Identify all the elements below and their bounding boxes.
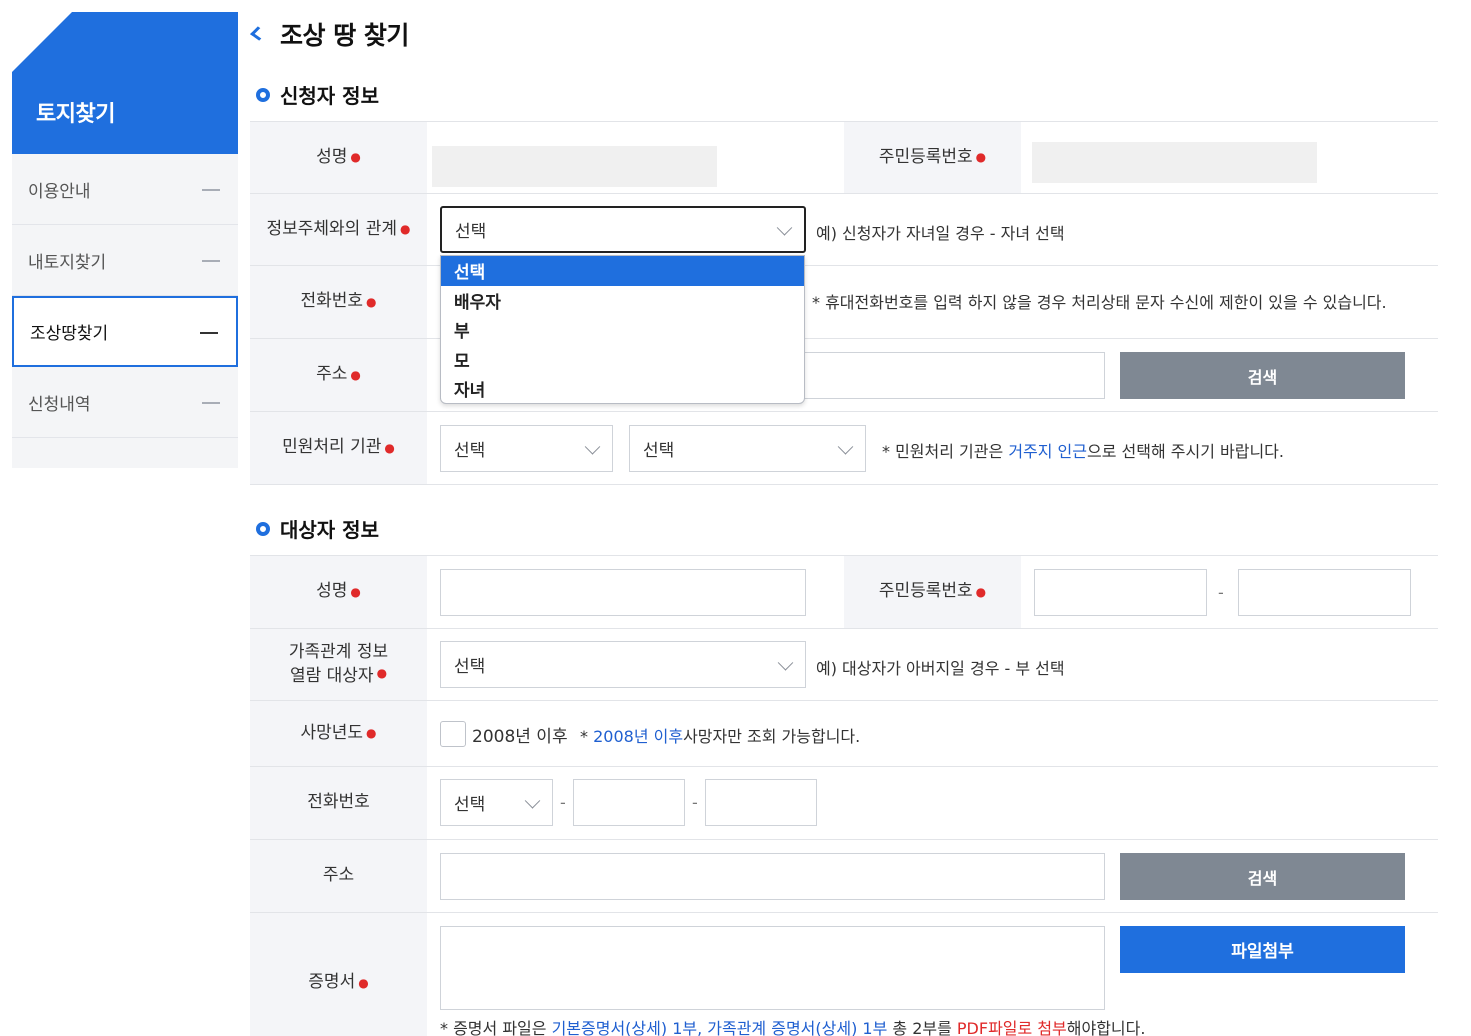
applicant-form: 성명 ● 주민등록번호 ● 정보주체와의 관계 ● 선택 예) 신청자가 자녀일 경우…: [250, 121, 1438, 485]
relation-option[interactable]: 자녀: [441, 374, 804, 404]
office-select-region[interactable]: 선택: [440, 425, 613, 472]
sidebar-header: 토지찾기: [12, 12, 238, 154]
applicant-name-field[interactable]: [432, 146, 717, 187]
target-section-title: 대상자 정보: [256, 514, 379, 543]
certificate-file-list[interactable]: [440, 926, 1105, 1010]
applicant-address-search-button[interactable]: 검색: [1120, 352, 1405, 399]
target-address-input[interactable]: [440, 853, 1105, 900]
target-address-row: 주소 검색: [250, 840, 1438, 913]
death-after-2008-checkbox[interactable]: [440, 721, 466, 747]
applicant-address-row: 주소 ● 검색: [250, 339, 1438, 412]
phone-note: * 휴대전화번호를 입력 하지 않을 경우 처리상태 문자 수신에 제한이 있을…: [812, 293, 1387, 312]
relation-option[interactable]: 선택: [441, 256, 804, 286]
required-icon: ●: [400, 222, 411, 237]
chevron-down-icon: [584, 438, 601, 455]
sidebar: 토지찾기 이용안내 내토지찾기 조상땅찾기 신청내역: [12, 12, 238, 468]
office-select-agency[interactable]: 선택: [629, 425, 866, 472]
relation-option[interactable]: 모: [441, 345, 804, 375]
sidebar-item-label: 조상땅찾기: [30, 324, 109, 344]
target-phone-prefix-select[interactable]: 선택: [440, 779, 553, 826]
attach-file-button[interactable]: 파일첨부: [1120, 926, 1405, 973]
page-title-wrap: 조상 땅 찾기: [250, 16, 409, 52]
required-icon: ●: [350, 584, 361, 599]
sidebar-item-label: 이용안내: [28, 181, 91, 202]
death-note: * 2008년 이후사망자만 조회 가능합니다.: [580, 727, 861, 746]
circle-bullet-icon: [256, 87, 270, 102]
chevron-down-icon: [777, 654, 794, 671]
required-icon: ●: [376, 665, 388, 680]
applicant-phone-row: 전화번호 ● * 휴대전화번호를 입력 하지 않을 경우 처리상태 문자 수신에 …: [250, 266, 1438, 339]
sidebar-item-ancestor-land[interactable]: 조상땅찾기: [12, 296, 238, 367]
circle-bullet-icon: [256, 521, 270, 536]
relation-option[interactable]: 부: [441, 315, 804, 345]
required-icon: ●: [366, 726, 377, 741]
relation-select[interactable]: 선택: [440, 206, 806, 253]
chevron-down-icon: [776, 219, 793, 236]
target-phone-row: 전화번호 선택 - -: [250, 767, 1438, 840]
sidebar-item-my-land[interactable]: 내토지찾기: [12, 225, 238, 296]
target-name-row: 성명 ● 주민등록번호 ● -: [250, 556, 1438, 629]
applicant-office-row: 민원처리 기관 ● 선택 선택 * 민원처리 기관은 거주지 인근으로 선택해 주…: [250, 412, 1438, 485]
target-form: 성명 ● 주민등록번호 ● - 가족관계 정보 열람 대상자 ● 선택 예) 대상자가…: [250, 555, 1438, 1036]
sidebar-item-history[interactable]: 신청내역: [12, 367, 238, 438]
target-rrn-back-input[interactable]: [1238, 569, 1411, 616]
applicant-name-row: 성명 ● 주민등록번호 ●: [250, 122, 1438, 194]
applicant-rrn-field[interactable]: [1032, 142, 1317, 183]
relation-note: 예) 신청자가 자녀일 경우 - 자녀 선택: [816, 224, 1065, 243]
applicant-relation-row: 정보주체와의 관계 ● 선택 예) 신청자가 자녀일 경우 - 자녀 선택: [250, 194, 1438, 266]
sidebar-item-label: 내토지찾기: [28, 252, 107, 273]
family-relation-select[interactable]: 선택: [440, 641, 806, 688]
target-death-row: 사망년도 ● 2008년 이후 * 2008년 이후사망자만 조회 가능합니다.: [250, 701, 1438, 767]
relation-dropdown-menu: 선택 배우자 부 모 자녀: [440, 255, 805, 404]
target-rrn-front-input[interactable]: [1034, 569, 1207, 616]
required-icon: ●: [975, 150, 987, 165]
required-icon: ●: [350, 367, 361, 382]
applicant-section-title: 신청자 정보: [256, 80, 379, 109]
relation-option[interactable]: 배우자: [441, 286, 804, 316]
target-address-search-button[interactable]: 검색: [1120, 853, 1405, 900]
office-note: * 민원처리 기관은 거주지 인근으로 선택해 주시기 바랍니다.: [882, 442, 1284, 461]
sidebar-item-guide[interactable]: 이용안내: [12, 154, 238, 225]
title-mark-icon: [250, 25, 266, 43]
required-icon: ●: [384, 440, 395, 455]
target-cert-row: 증명서 ● 파일첨부 * 증명서 파일은 기본증명서(상세) 1부, 가족관계 증…: [250, 913, 1438, 1036]
target-family-row: 가족관계 정보 열람 대상자 ● 선택 예) 대상자가 아버지일 경우 - 부 선…: [250, 629, 1438, 701]
page-title: 조상 땅 찾기: [280, 21, 409, 50]
death-checkbox-label: 2008년 이후: [472, 727, 568, 747]
chevron-down-icon: [837, 438, 854, 455]
required-icon: ●: [358, 975, 369, 990]
required-icon: ●: [366, 294, 377, 309]
sidebar-title: 토지찾기: [36, 102, 115, 127]
minus-icon: [202, 189, 220, 191]
required-icon: ●: [350, 150, 361, 165]
target-phone-last-input[interactable]: [705, 779, 817, 826]
minus-icon: [202, 260, 220, 262]
minus-icon: [202, 402, 220, 404]
required-icon: ●: [975, 584, 987, 599]
family-note: 예) 대상자가 아버지일 경우 - 부 선택: [816, 659, 1065, 678]
target-name-input[interactable]: [440, 569, 806, 616]
sidebar-item-label: 신청내역: [28, 394, 91, 415]
certificate-note: * 증명서 파일은 기본증명서(상세) 1부, 가족관계 증명서(상세) 1부 …: [440, 1019, 1146, 1036]
chevron-down-icon: [524, 792, 541, 809]
target-phone-middle-input[interactable]: [573, 779, 685, 826]
minus-icon: [200, 331, 218, 334]
